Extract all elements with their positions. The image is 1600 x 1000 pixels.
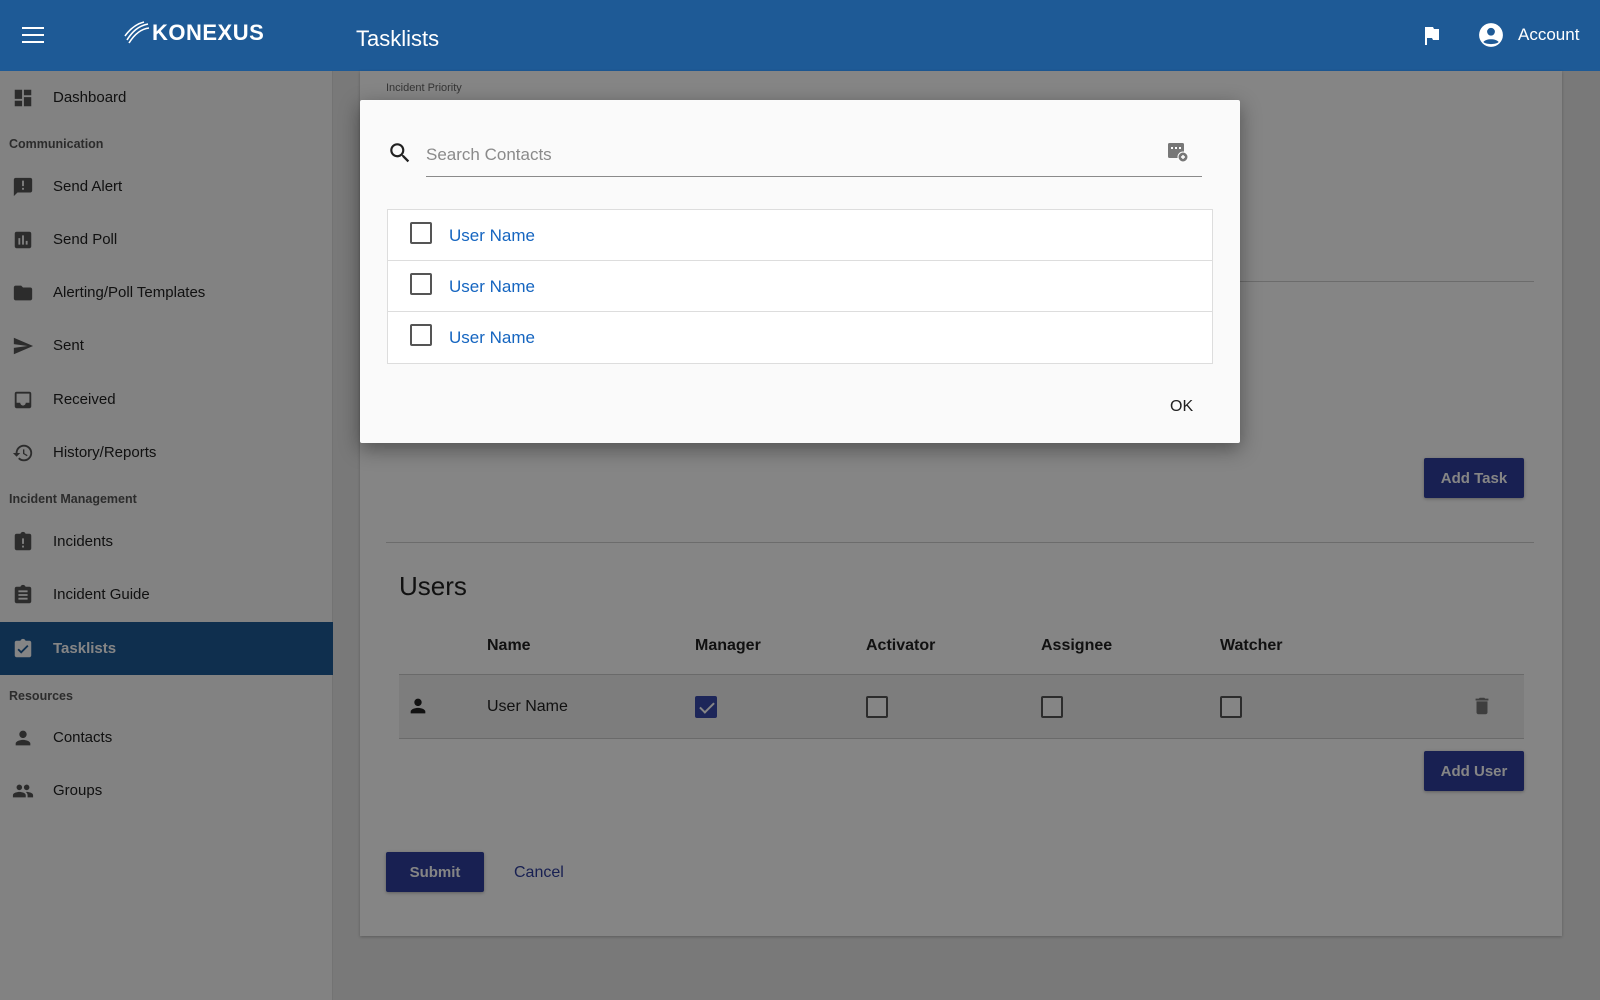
search-contacts-input[interactable]: [426, 134, 1202, 177]
list-item[interactable]: User Name: [388, 312, 1212, 363]
advanced-search-icon[interactable]: [1166, 140, 1190, 164]
search-contacts-dialog: User Name User Name User Name OK: [360, 100, 1240, 443]
contact-checkbox[interactable]: [410, 324, 432, 346]
ok-button[interactable]: OK: [1170, 398, 1193, 416]
account-label: Account: [1518, 25, 1580, 44]
contact-name-link[interactable]: User Name: [449, 226, 535, 246]
logo[interactable]: KONEXUS: [124, 20, 264, 46]
contact-name-link[interactable]: User Name: [449, 328, 535, 348]
logo-text: KONEXUS: [152, 20, 265, 45]
menu-icon[interactable]: [20, 22, 46, 48]
page-title: Tasklists: [356, 26, 440, 51]
flag-icon[interactable]: [1420, 24, 1444, 48]
search-icon: [390, 143, 410, 163]
contact-checkbox[interactable]: [410, 273, 432, 295]
list-item[interactable]: User Name: [388, 261, 1212, 312]
contact-checkbox[interactable]: [410, 222, 432, 244]
app-header: KONEXUS Tasklists Account: [0, 0, 1600, 71]
konexus-logo-icon: [124, 21, 150, 44]
contact-list: User Name User Name User Name: [387, 209, 1213, 364]
account-circle-icon: [1479, 23, 1503, 47]
contact-name-link[interactable]: User Name: [449, 277, 535, 297]
account-button[interactable]: Account: [1478, 22, 1579, 48]
list-item[interactable]: User Name: [388, 210, 1212, 261]
